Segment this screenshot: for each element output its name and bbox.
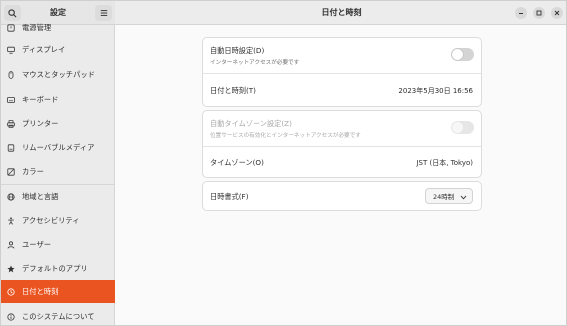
power-icon bbox=[7, 23, 15, 32]
sidebar-item-power[interactable]: 電源管理 bbox=[1, 16, 115, 39]
printer-icon bbox=[7, 119, 15, 128]
sidebar-item-label: 日付と時刻 bbox=[22, 286, 59, 296]
sidebar-item-mouse[interactable]: マウスとタッチパッド bbox=[1, 63, 115, 86]
timezone-value: JST (日本, Tokyo) bbox=[416, 159, 473, 167]
sidebar-item-label: アクセシビリティ bbox=[22, 215, 80, 225]
chevron-down-icon bbox=[459, 193, 467, 201]
page-title: 日付と時刻 bbox=[321, 8, 362, 17]
sidebar-item-users[interactable]: ユーザー bbox=[1, 233, 115, 256]
auto-timezone-subtitle: 位置サービスの有効化とインターネットアクセスが必要です bbox=[210, 133, 361, 139]
time-format-title: 日時書式(F) bbox=[210, 192, 249, 201]
datetime-title: 日付と時刻(T) bbox=[210, 86, 256, 95]
sidebar-item-label: このシステムについて bbox=[22, 311, 95, 321]
sidebar-item-default-apps[interactable]: デフォルトのアプリ bbox=[1, 257, 115, 280]
color-icon bbox=[7, 167, 15, 176]
mouse-icon bbox=[7, 70, 15, 79]
time-format-dropdown[interactable]: 24時制 bbox=[425, 188, 473, 204]
auto-timezone-title: 自動タイムゾーン設定(Z) bbox=[210, 119, 292, 128]
sidebar-item-label: ディスプレイ bbox=[22, 44, 66, 54]
auto-datetime-row[interactable]: 自動日時設定(D) インターネットアクセスが必要です bbox=[203, 38, 481, 74]
sidebar-item-display[interactable]: ディスプレイ bbox=[1, 38, 115, 61]
sidebar-item-accessibility[interactable]: アクセシビリティ bbox=[1, 209, 115, 232]
sidebar-item-about[interactable]: このシステムについて bbox=[1, 305, 115, 325]
sidebar-item-label: デフォルトのアプリ bbox=[22, 263, 88, 273]
auto-datetime-subtitle: インターネットアクセスが必要です bbox=[210, 60, 300, 66]
timezone-title: タイムゾーン(O) bbox=[210, 158, 264, 167]
sidebar-item-label: キーボード bbox=[22, 94, 59, 104]
sidebar-item-label: 電源管理 bbox=[22, 22, 52, 32]
sidebar-item-color[interactable]: カラー bbox=[1, 160, 115, 183]
sidebar-item-label: リムーバブルメディア bbox=[22, 142, 95, 152]
time-format-value: 24時制 bbox=[433, 193, 455, 201]
sidebar: 設定 電源管理 ディスプレイ マウスとタッチパッド キーボード プリンター リム… bbox=[1, 1, 115, 325]
minimize-icon bbox=[519, 13, 523, 14]
auto-datetime-toggle[interactable] bbox=[451, 48, 474, 61]
auto-timezone-row: 自動タイムゾーン設定(Z) 位置サービスの有効化とインターネットアクセスが必要で… bbox=[203, 111, 481, 147]
time-format-row: 日時書式(F) 24時制 bbox=[203, 182, 481, 210]
minimize-button[interactable] bbox=[515, 7, 527, 19]
sidebar-item-label: 地域と言語 bbox=[22, 191, 59, 201]
removable-media-icon bbox=[7, 143, 15, 152]
close-button[interactable] bbox=[551, 7, 563, 19]
clock-icon bbox=[7, 287, 15, 296]
content-area: 自動日時設定(D) インターネットアクセスが必要です 日付と時刻(T) 2023… bbox=[115, 25, 566, 325]
sidebar-item-keyboard[interactable]: キーボード bbox=[1, 88, 115, 111]
header-bar: 日付と時刻 bbox=[115, 1, 566, 25]
sidebar-item-region[interactable]: 地域と言語 bbox=[1, 185, 115, 208]
display-icon bbox=[7, 46, 15, 54]
sidebar-item-printer[interactable]: プリンター bbox=[1, 112, 115, 135]
sidebar-item-label: プリンター bbox=[22, 118, 59, 128]
star-icon bbox=[7, 264, 15, 273]
datetime-card: 自動日時設定(D) インターネットアクセスが必要です 日付と時刻(T) 2023… bbox=[202, 37, 482, 107]
sidebar-item-removable-media[interactable]: リムーバブルメディア bbox=[1, 136, 115, 159]
format-card: 日時書式(F) 24時制 bbox=[202, 181, 482, 211]
sidebar-item-label: マウスとタッチパッド bbox=[22, 69, 95, 79]
keyboard-icon bbox=[7, 96, 15, 104]
maximize-icon bbox=[536, 10, 542, 16]
maximize-button[interactable] bbox=[533, 7, 545, 19]
settings-window: 設定 電源管理 ディスプレイ マウスとタッチパッド キーボード プリンター リム… bbox=[0, 0, 567, 326]
toggle-knob bbox=[452, 49, 463, 60]
globe-icon bbox=[7, 192, 15, 201]
sidebar-item-date-time[interactable]: 日付と時刻 bbox=[1, 280, 115, 303]
timezone-card: 自動タイムゾーン設定(Z) 位置サービスの有効化とインターネットアクセスが必要で… bbox=[202, 110, 482, 178]
auto-timezone-toggle bbox=[451, 121, 474, 134]
info-icon bbox=[7, 312, 15, 321]
sidebar-item-label: カラー bbox=[22, 166, 44, 176]
toggle-knob bbox=[452, 122, 463, 133]
accessibility-icon bbox=[7, 216, 15, 225]
close-icon bbox=[554, 10, 560, 16]
auto-datetime-title: 自動日時設定(D) bbox=[210, 46, 265, 55]
sidebar-item-label: ユーザー bbox=[22, 239, 52, 249]
datetime-row[interactable]: 日付と時刻(T) 2023年5月30日 16:56 bbox=[203, 74, 481, 106]
datetime-value: 2023年5月30日 16:56 bbox=[398, 87, 473, 95]
timezone-row[interactable]: タイムゾーン(O) JST (日本, Tokyo) bbox=[203, 147, 481, 177]
users-icon bbox=[7, 240, 15, 249]
